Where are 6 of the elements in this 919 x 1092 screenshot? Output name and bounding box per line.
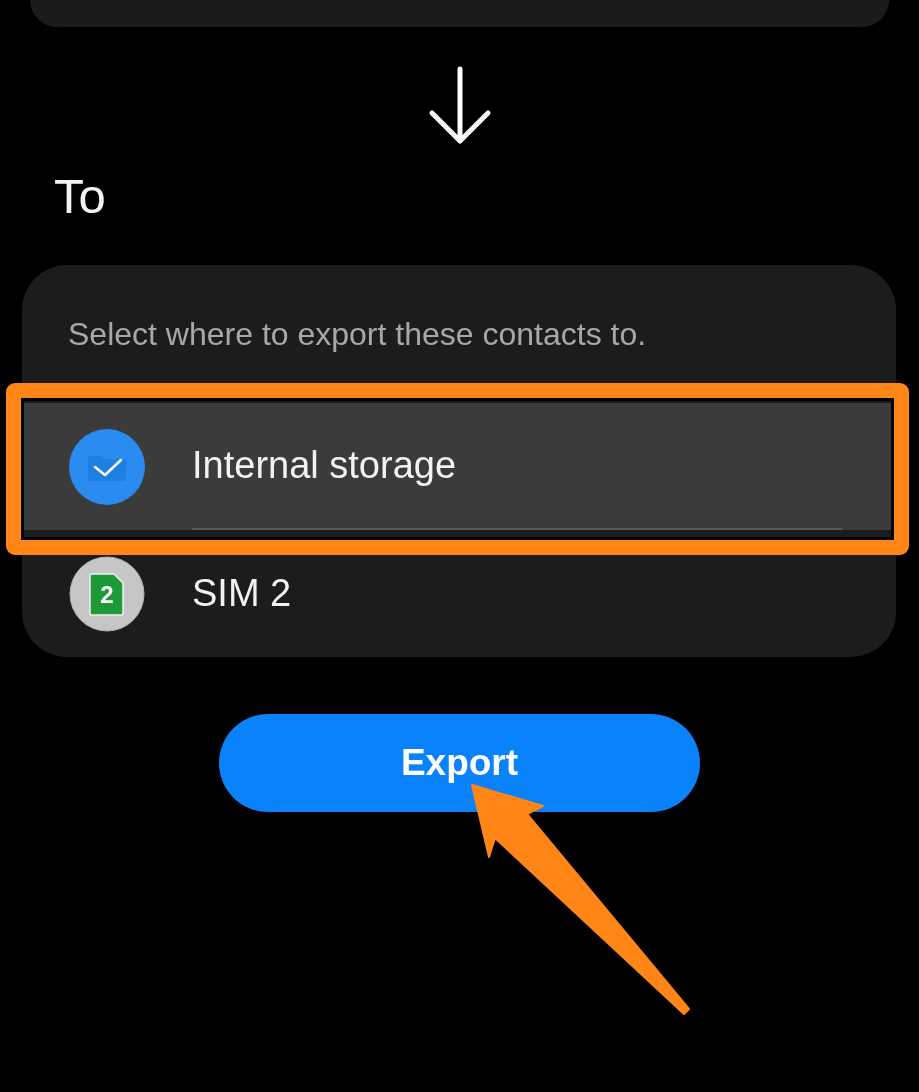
sim-card-icon: 2: [69, 555, 145, 632]
destination-option[interactable]: 2 SIM 2: [22, 530, 896, 657]
folder-check-icon: [69, 428, 145, 505]
prompt-text: Select where to export these contacts to.: [68, 318, 647, 350]
export-button[interactable]: Export: [219, 714, 700, 812]
section-title: To: [54, 172, 106, 221]
